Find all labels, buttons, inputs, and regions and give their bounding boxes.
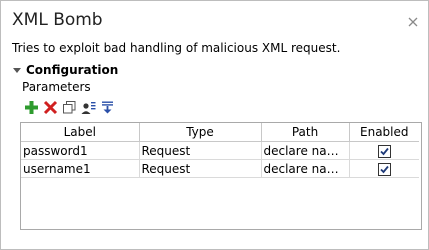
cell-label[interactable]: username1 — [21, 159, 140, 178]
parameters-label: Parameters — [22, 80, 91, 94]
table-row[interactable]: username1 Request declare names... — [21, 159, 419, 178]
column-header-enabled[interactable]: Enabled — [349, 123, 419, 142]
add-icon — [24, 100, 38, 114]
delete-button[interactable] — [42, 99, 58, 115]
cell-enabled — [349, 141, 419, 160]
cell-type[interactable]: Request — [139, 141, 262, 160]
configuration-label: Configuration — [26, 63, 119, 77]
checkmark-icon — [380, 147, 389, 155]
column-header-type[interactable]: Type — [139, 123, 262, 142]
move-down-button[interactable] — [99, 99, 115, 115]
enabled-checkbox[interactable] — [377, 162, 391, 176]
copy-button[interactable] — [61, 99, 77, 115]
column-header-path[interactable]: Path — [261, 123, 350, 142]
column-header-label[interactable]: Label — [21, 123, 140, 142]
parameters-toolbar — [23, 98, 118, 116]
checkmark-icon — [380, 165, 389, 173]
table-row[interactable]: password1 Request declare names... — [21, 141, 419, 160]
enabled-checkbox[interactable] — [377, 144, 391, 158]
close-icon[interactable] — [407, 13, 419, 27]
cell-enabled — [349, 159, 419, 178]
cell-label[interactable]: password1 — [21, 141, 140, 160]
copy-icon — [62, 100, 75, 113]
table-header-row: Label Type Path Enabled — [21, 123, 419, 142]
collapse-arrow-icon — [13, 68, 21, 73]
description-text: Tries to exploit bad handling of malicio… — [12, 41, 341, 55]
configuration-section-toggle[interactable]: Configuration — [13, 62, 118, 78]
delete-icon — [43, 100, 57, 114]
user-list-icon — [81, 101, 95, 114]
add-button[interactable] — [23, 99, 39, 115]
dialog-window: XML Bomb Tries to exploit bad handling o… — [0, 0, 429, 250]
sort-down-icon — [101, 101, 113, 113]
cell-path[interactable]: declare names... — [261, 159, 350, 178]
window-title: XML Bomb — [12, 10, 103, 30]
parameters-grid[interactable]: Label Type Path Enabled password1 Reques… — [20, 122, 422, 230]
manage-users-button[interactable] — [80, 99, 96, 115]
cell-path[interactable]: declare names... — [261, 141, 350, 160]
cell-type[interactable]: Request — [139, 159, 262, 178]
